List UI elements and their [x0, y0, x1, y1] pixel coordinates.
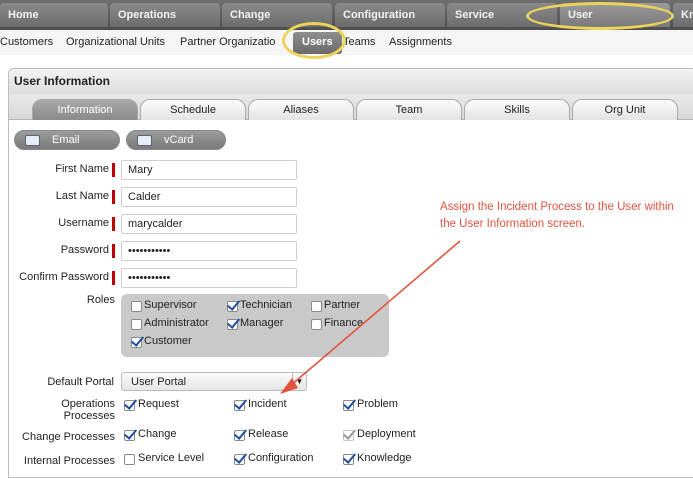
annotation-arrow — [280, 240, 461, 394]
